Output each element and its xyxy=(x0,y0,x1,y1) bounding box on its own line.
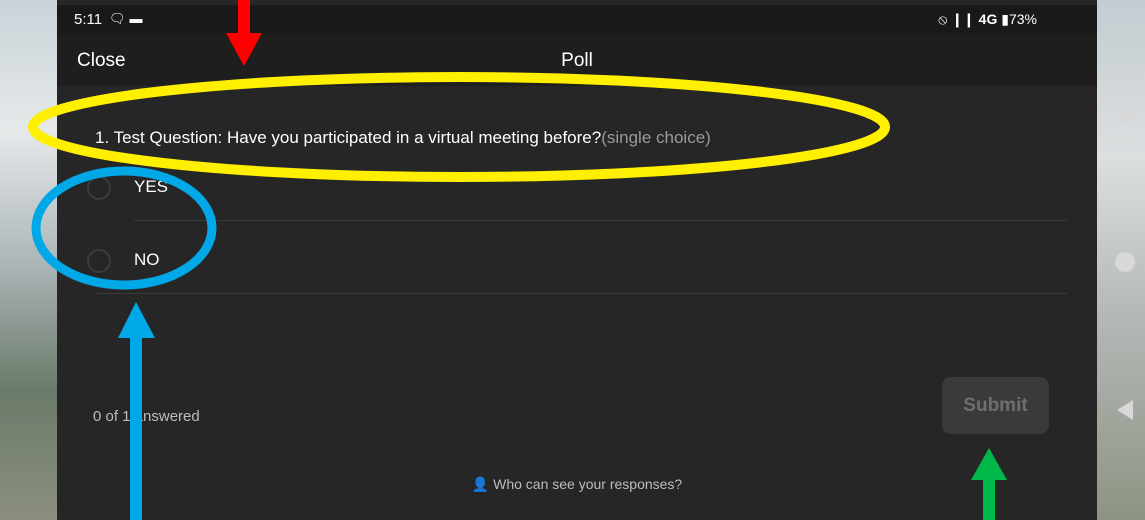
annotation-overlay xyxy=(28,0,1007,520)
red-arrow-annotation xyxy=(226,0,262,66)
yellow-ellipse-annotation xyxy=(28,72,890,182)
green-arrow-annotation xyxy=(971,448,1007,520)
blue-arrow-annotation xyxy=(118,302,155,520)
blue-ellipse-annotation xyxy=(31,166,217,290)
